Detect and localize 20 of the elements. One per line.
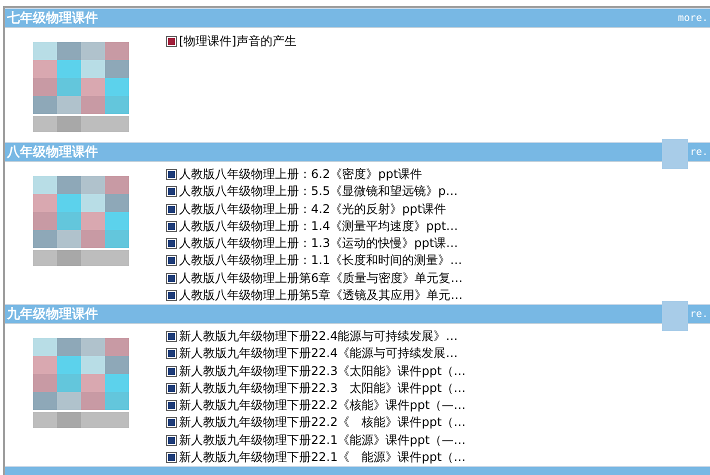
section-title: 九年级物理课件	[7, 306, 98, 323]
article-link[interactable]: 人教版八年级物理上册：1.4《测量平均速度》ppt…	[179, 218, 458, 235]
article-link[interactable]: 人教版八年级物理上册：5.5《显微镜和望远镜》p…	[179, 183, 458, 200]
article-link[interactable]: [物理课件]声音的产生	[179, 32, 296, 50]
article-link[interactable]: 人教版八年级物理上册第5章《透镜及其应用》单元…	[179, 286, 463, 304]
article-link[interactable]: 新人教版九年级物理下册22.4能源与可持续发展》…	[179, 328, 458, 346]
article-link[interactable]: 新人教版九年级物理下册22.4《能源与可持续发展…	[179, 345, 458, 362]
article-link[interactable]: 人教版八年级物理上册：6.2《密度》ppt课件	[179, 166, 422, 184]
article-link[interactable]: 人教版八年级物理上册：4.2《光的反射》ppt课件	[179, 200, 446, 218]
article-link[interactable]: 新人教版九年级物理下册22.3《太阳能》课件ppt（…	[179, 362, 466, 380]
article-link[interactable]: 人教版八年级物理上册第6章《质量与密度》单元复…	[179, 270, 463, 287]
section-title: 七年级物理课件	[7, 10, 98, 27]
article-link[interactable]: 人教版八年级物理上册：1.1《长度和时间的测量》…	[179, 252, 462, 270]
article-link[interactable]: 新人教版九年级物理下册22.1《能源》课件ppt（—…	[179, 432, 466, 449]
section-title: 八年级物理课件	[7, 144, 98, 161]
article-link[interactable]: 新人教版九年级物理下册22.1《 能源》课件ppt（…	[179, 448, 466, 466]
article-link[interactable]: 新人教版九年级物理下册22.3 太阳能》课件ppt（…	[179, 380, 466, 397]
article-link[interactable]: 新人教版九年级物理下册22.2《核能》课件ppt（—…	[179, 397, 466, 414]
article-link[interactable]: 人教版八年级物理上册：1.3《运动的快慢》ppt课…	[179, 235, 458, 252]
article-link[interactable]: 新人教版九年级物理下册22.2《 核能》课件ppt（…	[179, 414, 466, 432]
